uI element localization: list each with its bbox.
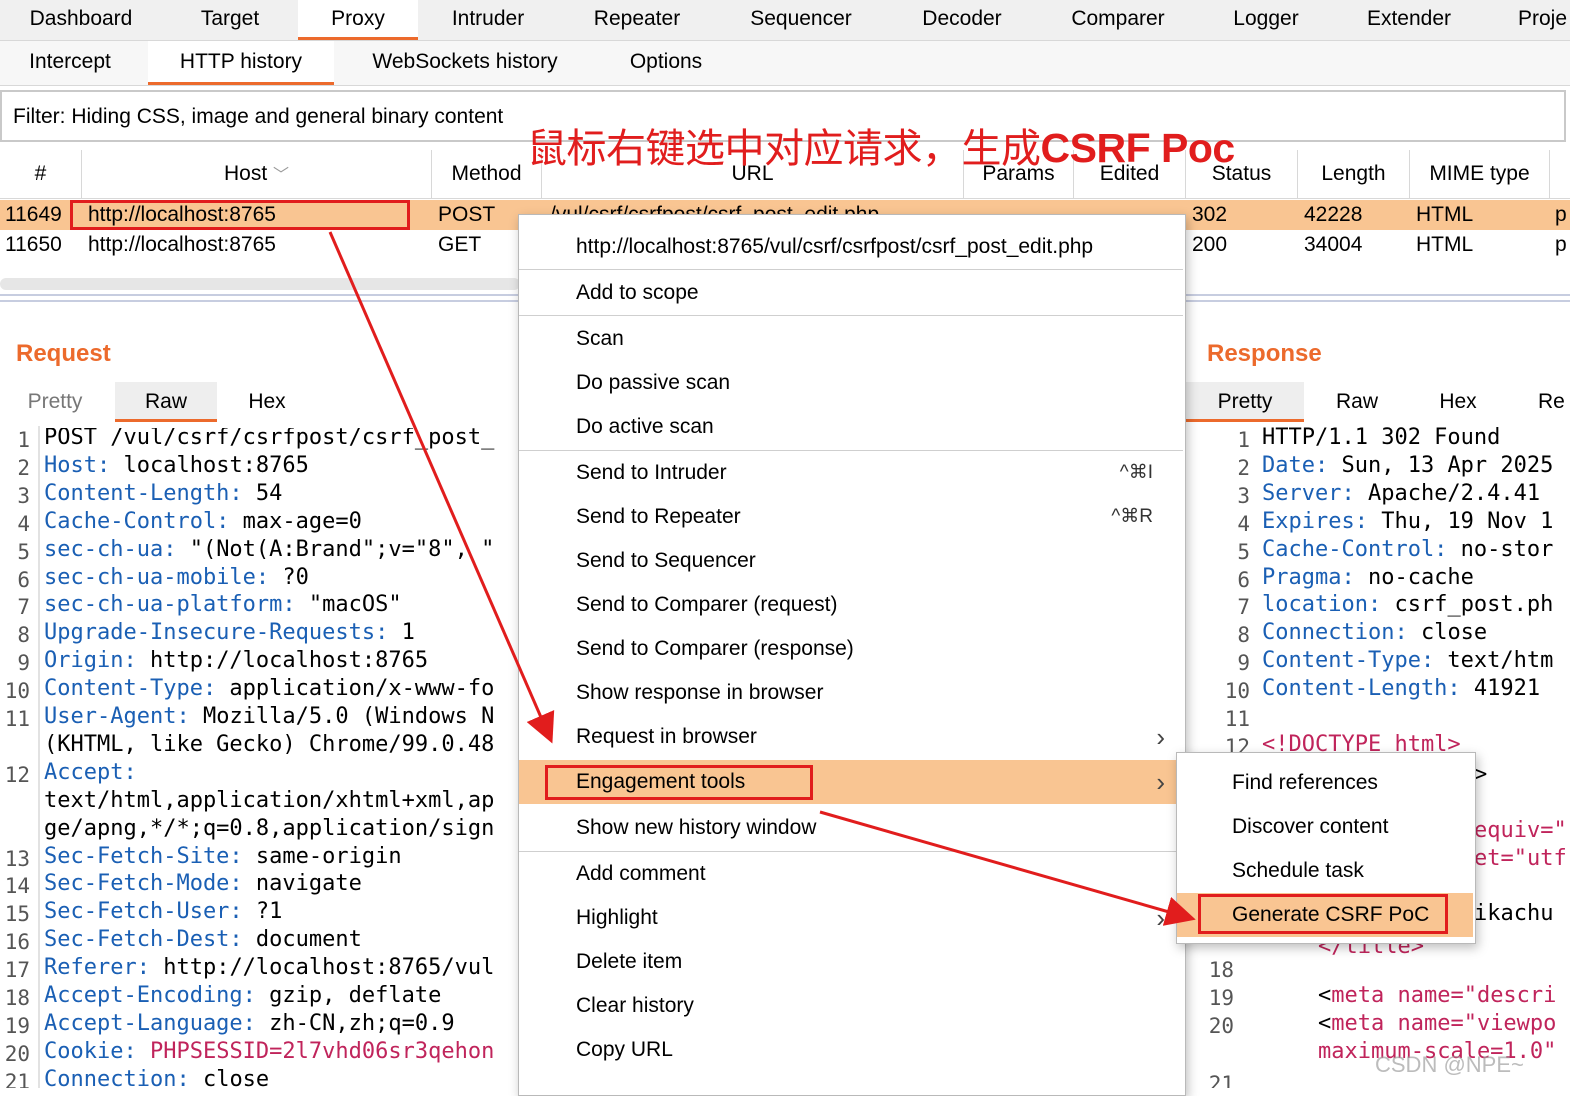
watermark: CSDN @NPE~ [1375,1052,1524,1077]
arrow-to-menu [328,231,555,744]
annotation-arrows [328,231,1196,926]
arrow-to-generate-csrf [819,810,1196,926]
